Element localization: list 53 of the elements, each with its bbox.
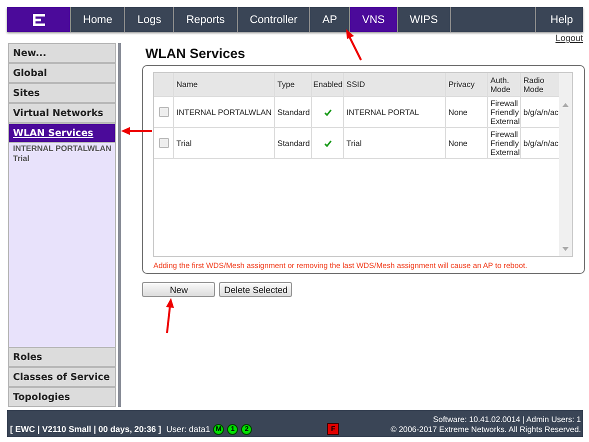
column-header: Auth. Mode (488, 73, 522, 96)
sidebar-item[interactable]: Virtual Networks (8, 103, 116, 123)
nav-tab[interactable]: WIPS (398, 7, 451, 32)
logout-link[interactable]: Logout (555, 33, 583, 43)
sidebar-item[interactable]: Global (8, 63, 116, 83)
column-header: SSID (344, 73, 446, 96)
table-cell: None (446, 97, 488, 127)
sidebar-item[interactable]: Topologies (8, 387, 116, 407)
help-tab[interactable]: Help (536, 7, 583, 32)
nav-tab[interactable]: VNS (350, 7, 398, 32)
page-title: WLAN Services (145, 45, 246, 62)
table-cell: Trial (174, 128, 276, 158)
table-cell: Trial (344, 128, 446, 158)
annotation-arrow (344, 28, 364, 62)
scroll-down-icon[interactable] (562, 247, 570, 251)
column-header: Name (174, 73, 276, 96)
row-checkbox[interactable] (158, 107, 169, 117)
column-header: Privacy (446, 73, 488, 96)
scroll-up-icon[interactable] (562, 103, 570, 107)
table-cell: INTERNAL PORTAL (344, 97, 446, 127)
column-header: Type (275, 73, 312, 96)
table-cell: Firewall Friendly External (488, 97, 522, 127)
annotation-arrow (164, 298, 174, 334)
row-checkbox[interactable] (158, 138, 169, 148)
sidebar-item[interactable]: WLAN Services (8, 123, 116, 143)
table-cell: Firewall Friendly External (488, 128, 522, 158)
sidebar-item[interactable]: Sites (8, 83, 116, 103)
software-version-text: Software: 10.41.02.0014 | Admin Users: 1 (433, 415, 581, 425)
table-cell-text: b/g/a/n/ac (522, 138, 560, 150)
sidebar-item[interactable]: Roles (8, 347, 116, 367)
table-cell: INTERNAL PORTALWLAN (174, 97, 276, 127)
nav-tab[interactable]: Logs (125, 7, 174, 32)
table-cell: Standard (275, 128, 312, 158)
nav-tab[interactable]: Reports (174, 7, 238, 32)
sidebar-item[interactable]: Classes of Service (8, 367, 116, 387)
sidebar-item[interactable]: New... (8, 43, 116, 63)
column-header: Radio Mode (522, 74, 546, 96)
scrollbar[interactable] (559, 73, 572, 256)
copyright-text: © 2006-2017 Extreme Networks. All Rights Reserved. (390, 425, 581, 435)
delete-selected-button[interactable]: Delete Selected (219, 282, 292, 297)
annotation-arrow (121, 126, 153, 136)
table-cell-text: b/g/a/n/ac (522, 106, 560, 119)
nav-tab[interactable]: Home (71, 7, 126, 32)
table-cell: Standard (275, 97, 312, 127)
table-cell: None (446, 128, 488, 158)
sidebar-subitem[interactable]: INTERNAL PORTALWLAN (13, 144, 112, 154)
user-text: User: data1 (166, 424, 210, 434)
sidebar-subitem[interactable]: Trial (13, 154, 112, 164)
logo-icon (32, 14, 46, 26)
new-button[interactable]: New (142, 282, 216, 297)
column-header: Enabled (312, 73, 344, 96)
nav-tab[interactable]: Controller (238, 7, 310, 32)
system-info-text: [ EWC | V2110 Small | 00 days, 20:36 ] (10, 424, 162, 434)
